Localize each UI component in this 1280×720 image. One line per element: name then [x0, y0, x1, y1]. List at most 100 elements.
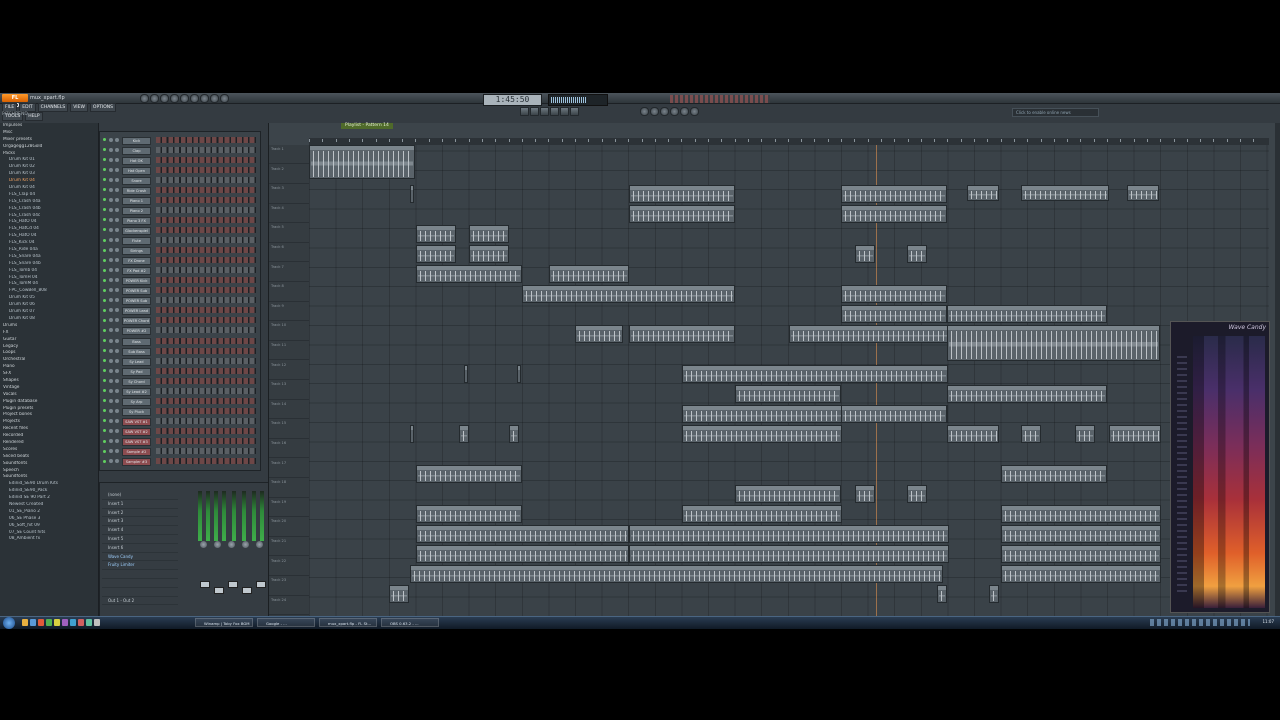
step-sequencer[interactable] — [156, 196, 256, 203]
step-sequencer[interactable] — [156, 267, 256, 274]
channel-led[interactable] — [103, 298, 106, 302]
browser-item[interactable]: Newest Created — [0, 502, 98, 509]
pattern-selector[interactable] — [670, 95, 770, 103]
browser-item[interactable]: Recorded — [0, 433, 98, 440]
channel-name-button[interactable]: POWER #2 — [122, 327, 151, 336]
pattern-clip[interactable] — [464, 365, 468, 383]
channel-led[interactable] — [103, 168, 106, 172]
channel-row[interactable]: Strings — [100, 247, 260, 256]
toolbar-button[interactable] — [190, 94, 199, 103]
song-position-display[interactable]: 1:45:50 — [483, 94, 542, 106]
mixer-slot[interactable]: Out 1 - Out 2 — [102, 597, 178, 606]
track-label[interactable]: Track 12 — [269, 361, 309, 380]
app-logo[interactable]: FL STUDIO — [2, 94, 28, 109]
pattern-clip[interactable] — [735, 385, 841, 403]
browser-item[interactable]: Soundfonts — [0, 474, 98, 481]
pattern-clip[interactable] — [416, 245, 456, 263]
mixer-slot[interactable]: Insert 4 — [102, 526, 178, 535]
channel-led[interactable] — [103, 409, 106, 413]
browser-item[interactable]: Speech — [0, 468, 98, 475]
pattern-clip[interactable] — [967, 185, 999, 201]
volume-knob[interactable] — [115, 459, 119, 464]
mixer-slot[interactable] — [102, 588, 178, 597]
mixer-slot[interactable]: Insert 1 — [102, 500, 178, 509]
browser-item[interactable]: Edinid_SE90 Drum Kits — [0, 481, 98, 488]
track-label[interactable]: Track 19 — [269, 498, 309, 518]
mixer-slot[interactable]: Insert 6 — [102, 544, 178, 553]
volume-knob[interactable] — [115, 368, 119, 373]
channel-name-button[interactable]: Clap — [122, 146, 151, 155]
browser-item[interactable]: FX — [0, 330, 98, 337]
volume-knob[interactable] — [115, 278, 119, 283]
pan-knob[interactable] — [109, 328, 113, 333]
step-sequencer[interactable] — [156, 166, 256, 173]
pattern-clip[interactable] — [682, 365, 948, 383]
pattern-clip[interactable] — [416, 505, 522, 523]
channel-name-button[interactable]: SAW VST #2 — [122, 427, 151, 436]
toolbar-button[interactable] — [160, 94, 169, 103]
channel-name-button[interactable]: Piano 2 — [122, 206, 151, 215]
step-sequencer[interactable] — [156, 448, 256, 455]
channel-led[interactable] — [103, 208, 106, 212]
track-label[interactable]: Track 16 — [269, 439, 309, 459]
channel-row[interactable]: Piano 1 — [100, 196, 260, 205]
browser-item[interactable]: Recent files — [0, 426, 98, 433]
pan-knob[interactable] — [109, 248, 113, 253]
volume-knob[interactable] — [115, 137, 119, 142]
channel-name-button[interactable]: Ride Crash — [122, 186, 151, 195]
menu-file[interactable]: FILE — [2, 103, 18, 112]
browser-item[interactable]: Orchestral — [0, 357, 98, 364]
channel-name-button[interactable]: Hat Open — [122, 166, 151, 175]
pattern-clip[interactable] — [735, 485, 841, 503]
browser-item[interactable]: FLS_Snare 04b — [0, 261, 98, 268]
volume-knob[interactable] — [115, 338, 119, 343]
mixer-fader[interactable] — [242, 587, 252, 594]
channel-led[interactable] — [103, 178, 106, 182]
track-label[interactable]: Track 21 — [269, 537, 309, 557]
channel-led[interactable] — [103, 148, 106, 152]
pan-knob[interactable] — [109, 258, 113, 263]
step-sequencer[interactable] — [156, 367, 256, 374]
system-tray[interactable] — [1150, 619, 1250, 626]
pattern-clip[interactable] — [947, 385, 1107, 403]
channel-led[interactable] — [103, 359, 106, 363]
pattern-mode-button[interactable] — [550, 107, 559, 116]
channel-name-button[interactable]: Snare — [122, 176, 151, 185]
channel-name-button[interactable]: Sy Pluck — [122, 407, 151, 416]
channel-row[interactable]: FX Drone — [100, 257, 260, 266]
pan-knob[interactable] — [109, 348, 113, 353]
mixer-knob[interactable] — [256, 541, 263, 548]
snap-tool-button[interactable] — [660, 107, 669, 116]
channel-row[interactable]: Piano 2 — [100, 206, 260, 215]
pattern-clip[interactable] — [459, 425, 469, 443]
channel-row[interactable]: Sy Pad — [100, 367, 260, 376]
channel-name-button[interactable]: Sy Pad — [122, 367, 151, 376]
track-label[interactable]: Track 15 — [269, 419, 309, 439]
browser-item[interactable]: Drum Kit 02 — [0, 164, 98, 171]
browser-item[interactable]: FLS_TomM 04 — [0, 281, 98, 288]
browser-item[interactable]: Drum Kit 07 — [0, 309, 98, 316]
pan-knob[interactable] — [109, 308, 113, 313]
step-sequencer[interactable] — [156, 327, 256, 334]
channel-row[interactable]: POWER Sub — [100, 287, 260, 296]
pattern-clip[interactable] — [389, 585, 409, 603]
pattern-clip[interactable] — [947, 425, 999, 443]
step-sequencer[interactable] — [156, 216, 256, 223]
channel-row[interactable]: Sy Pluck — [100, 407, 260, 416]
pattern-clip[interactable] — [549, 265, 629, 283]
volume-knob[interactable] — [115, 418, 119, 423]
browser-item[interactable]: FLS_Crash 04c — [0, 213, 98, 220]
mixer-slot[interactable]: (none) — [102, 491, 178, 500]
browser-item[interactable]: Loops — [0, 350, 98, 357]
quick-launch-icon[interactable] — [70, 619, 76, 626]
step-sequencer[interactable] — [156, 417, 256, 424]
browser-item[interactable]: FLS_Crash 04b — [0, 206, 98, 213]
browser-item[interactable]: Piano — [0, 364, 98, 371]
mixer-knob[interactable] — [200, 541, 207, 548]
browser-item[interactable]: 01_SE_Piano 2 — [0, 509, 98, 516]
channel-row[interactable]: SAW VST #1 — [100, 417, 260, 426]
track-label[interactable]: Track 24 — [269, 596, 309, 616]
pan-knob[interactable] — [109, 268, 113, 273]
toolbar-button[interactable] — [140, 94, 149, 103]
browser-item[interactable]: Misc — [0, 130, 98, 137]
